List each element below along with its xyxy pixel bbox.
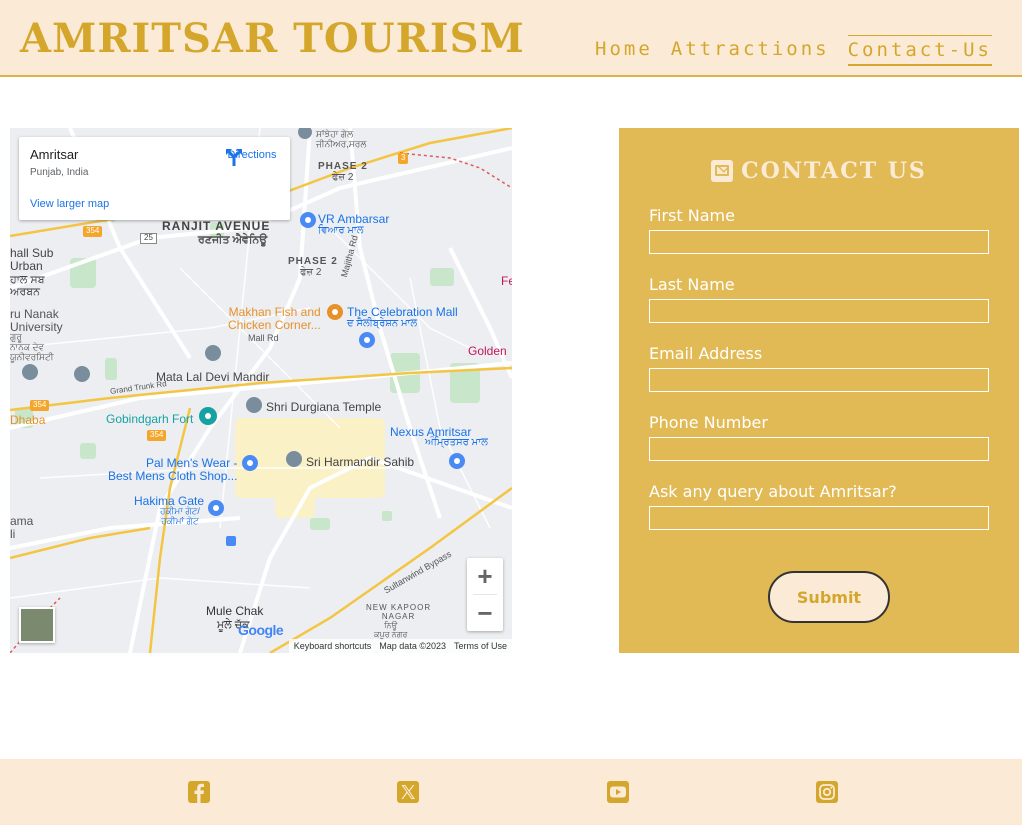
google-logo: Google [238,622,284,638]
map-label-top-pa: ਸਾਂਝੇਹਾ ਗੇਲ ਜੀਨੀਅਰ,ਸਰਲ [316,129,367,149]
map-label-hakima-pa: ਹਕੀਮਾ ਗੇਟ/ ਹਕੀਮਾਂ ਗੇਟ [160,506,200,526]
email-input[interactable] [649,368,989,392]
map-label-makhan-fish[interactable]: Makhan Fish and Chicken Corner... [228,305,321,332]
zoom-in-button[interactable]: + [467,558,503,594]
terms-of-use-link[interactable]: Terms of Use [454,641,507,651]
contact-form-panel: CONTACT US First Name Last Name Email Ad… [619,128,1019,653]
submit-button[interactable]: Submit [768,571,890,623]
map-label-new-kapoor: NEW KAPOOR NAGAR [366,603,432,621]
first-name-input[interactable] [649,230,989,254]
query-input[interactable] [649,506,989,530]
facebook-icon[interactable] [187,780,211,804]
map-label-hall-sub-pa: ਹਾਲ ਸਬ ਅਰਬਨ [10,274,45,299]
email-label: Email Address [649,344,763,363]
view-larger-map-link[interactable]: View larger map [30,198,109,210]
map-label-fe: Fe [501,274,512,288]
last-name-input[interactable] [649,299,989,323]
youtube-icon[interactable] [606,780,630,804]
map-label-new-kapoor-pa: ਨਿਊ ਕਪੂਰ ਨਗਰ [374,621,408,639]
map-label-pal-mens[interactable]: Pal Men's Wear - Best Mens Cloth Shop... [108,456,237,483]
map-label-mata-lal-devi[interactable]: Mata Lal Devi Mandir [156,370,269,384]
contact-title: CONTACT US [619,158,1019,184]
map-label-durgiana[interactable]: Shri Durgiana Temple [266,400,381,414]
envelope-icon [711,160,734,182]
directions-icon [226,149,242,166]
map-road-354-left: 354 [30,400,50,411]
map-info-card: Amritsar Punjab, India View larger map D… [19,137,290,220]
map-label-phase2-top: PHASE 2 [318,161,368,172]
map-label-ama: ama li [10,514,34,542]
zoom-controls: + − [467,558,503,631]
nav-contact-link[interactable]: Contact-Us [847,35,992,66]
map-label-dhaba: Dhaba [10,413,46,427]
instagram-icon[interactable] [815,780,839,804]
map-label-phase2-mid: PHASE 2 [288,256,338,267]
map-road-354-mid: 354 [147,430,167,441]
x-twitter-icon[interactable] [396,780,420,804]
nav-attractions-link[interactable]: Attractions [671,35,830,66]
map-place-region: Punjab, India [30,167,89,178]
map-label-phase2-mid-pa: ਫੇਜ਼ 2 [300,267,322,278]
map-label-mule-chak: Mule Chak [206,604,264,618]
map-place-name: Amritsar [30,147,79,162]
embedded-map[interactable]: RANJIT AVENUE ਰਣਜੀਤ ਐਵੇਨਿਊ PHASE 2 ਫੇਜ਼ … [10,128,512,653]
satellite-toggle[interactable] [19,607,55,643]
google-logo-text: Google [238,622,284,638]
map-label-phase2-top-pa: ਫੇਜ਼ 2 [332,172,354,183]
map-label-guru-nanak: ru Nanak University [10,307,63,335]
site-header: AMRITSAR TOURISM Home Attractions Contac… [0,0,1022,77]
first-name-label: First Name [649,206,735,225]
map-label-gobindgarh[interactable]: Gobindgarh Fort [106,412,193,426]
phone-label: Phone Number [649,413,768,432]
directions-button[interactable]: Directions [224,147,280,166]
phone-input[interactable] [649,437,989,461]
map-attribution: Keyboard shortcuts Map data ©2023 Terms … [288,639,512,653]
map-label-hall-sub: hall Sub Urban [10,246,54,274]
map-label-ranjit-avenue-pa: ਰਣਜੀਤ ਐਵੇਨਿਊ [198,234,268,246]
site-footer [0,759,1022,825]
query-label: Ask any query about Amritsar? [649,482,897,501]
contact-title-text: CONTACT US [741,158,927,184]
map-road-25: 25 [140,233,157,244]
keyboard-shortcuts-link[interactable]: Keyboard shortcuts [294,641,372,651]
map-label-nexus-pa: ਅੰਮ੍ਰਿਤਸਰ ਮਾਲ [425,437,488,448]
map-label-harmandir[interactable]: Sri Harmandir Sahib [306,455,414,469]
map-data-text: Map data ©2023 [379,641,446,651]
map-road-3: 3 [398,153,409,164]
zoom-out-button[interactable]: − [467,595,503,631]
map-label-golden: Golden [468,344,507,358]
nav-home-link[interactable]: Home [595,35,653,66]
main-nav: Home Attractions Contact-Us [577,35,992,66]
map-label-guru-nanak-pa: ਗੁਰੂ ਨਾਨਕ ਦੇਵ ਯੂਨੀਵਰਸਿਟੀ [10,332,54,362]
map-label-celebration-mall-pa: ਦ ਸੈਲੀਬ੍ਰੇਸ਼ਨ ਮਾਲ [347,318,418,329]
site-brand[interactable]: AMRITSAR TOURISM [20,16,525,62]
map-label-mall-rd: Mall Rd [248,333,279,343]
map-label-vr-ambarsar-pa: ਵਿਆਰ ਮਾਲ [318,225,364,236]
map-road-354-top: 354 [83,226,103,237]
map-label-ranjit-avenue: RANJIT AVENUE [162,219,271,233]
last-name-label: Last Name [649,275,735,294]
